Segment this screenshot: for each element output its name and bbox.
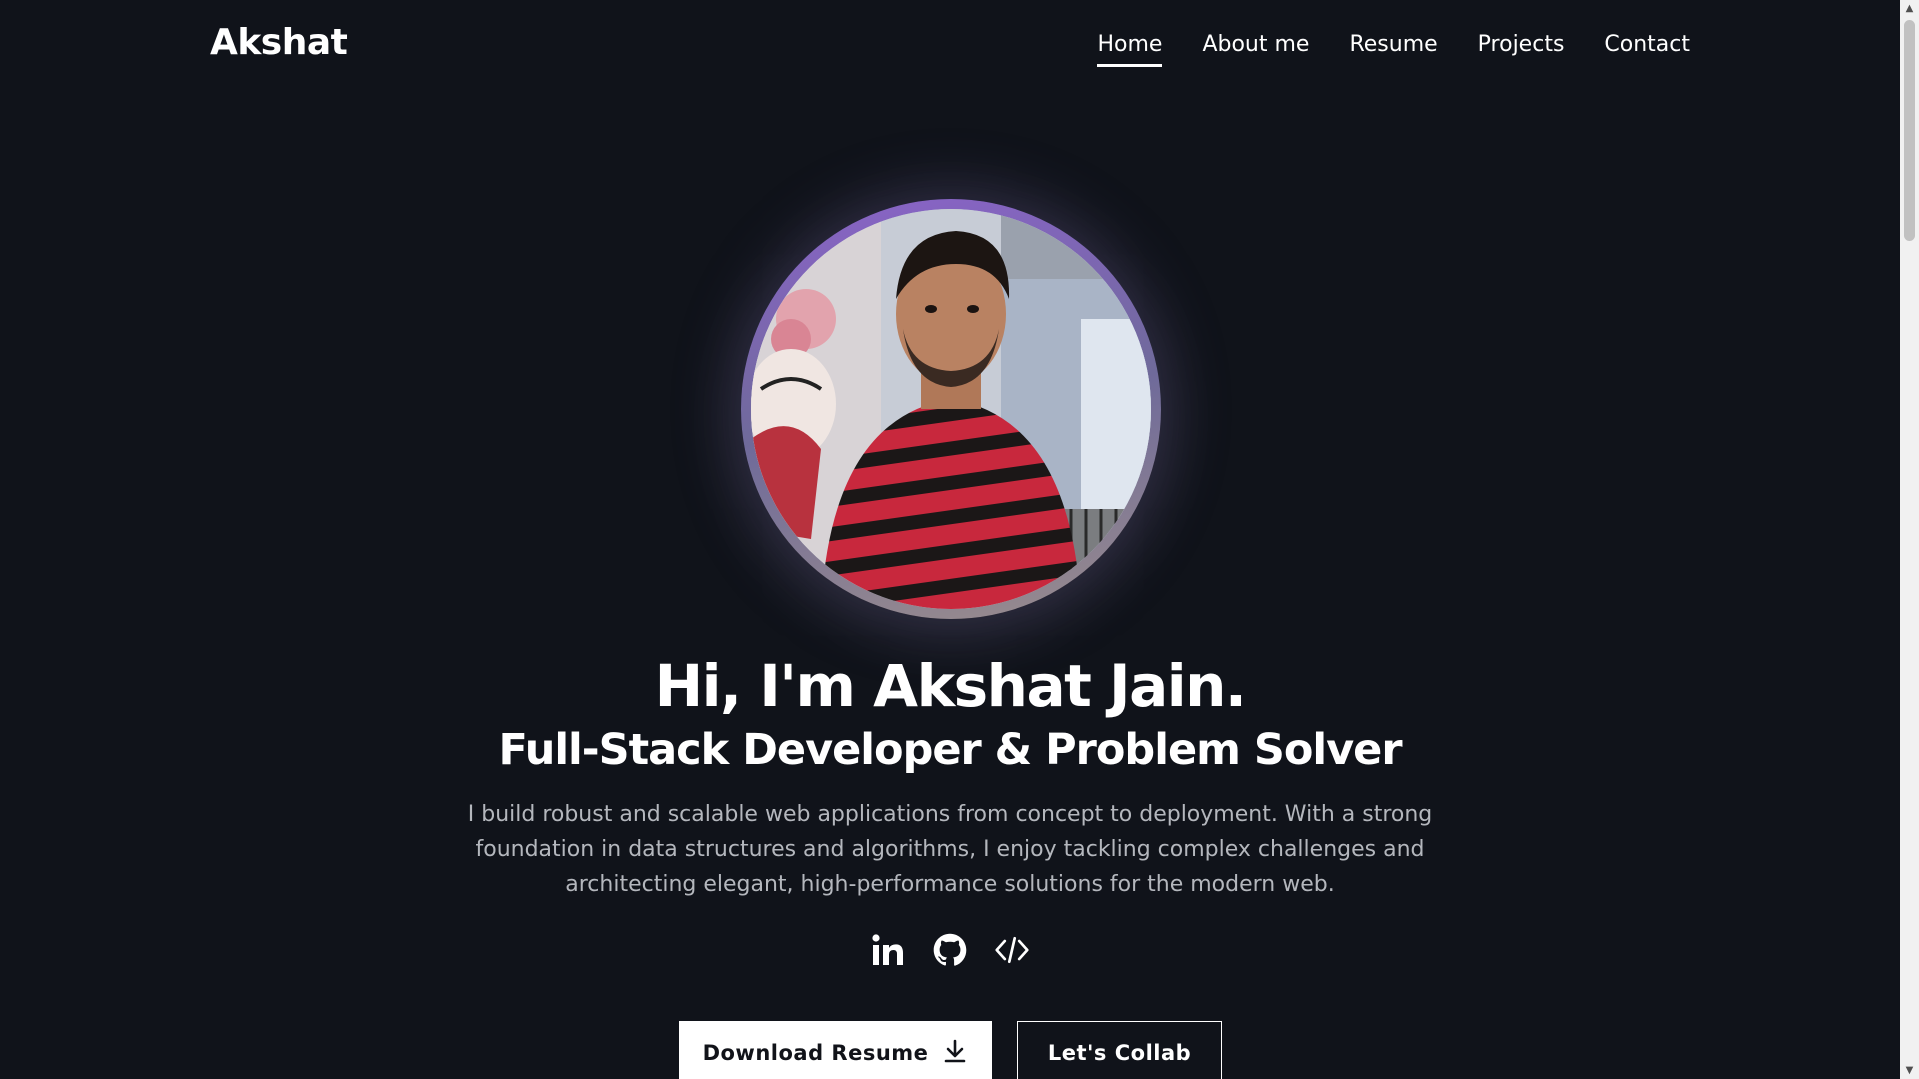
linkedin-icon[interactable] [870, 932, 906, 968]
lets-collab-label: Let's Collab [1047, 1041, 1192, 1065]
avatar [751, 209, 1151, 609]
scroll-up-arrow-icon[interactable]: ▲ [1900, 0, 1919, 17]
scrollbar-thumb[interactable] [1904, 20, 1915, 241]
download-resume-label: Download Resume [702, 1041, 929, 1065]
main-nav: Home About me Resume Projects Contact [1097, 32, 1690, 67]
lets-collab-button[interactable]: Let's Collab [1017, 1021, 1222, 1079]
hero-description: I build robust and scalable web applicat… [467, 802, 1433, 897]
nav-item-home[interactable]: Home [1097, 32, 1162, 67]
nav-item-resume[interactable]: Resume [1349, 32, 1437, 67]
nav-item-about[interactable]: About me [1202, 32, 1309, 67]
download-icon [942, 1038, 968, 1069]
vertical-scrollbar[interactable]: ▲ ▼ [1900, 0, 1919, 1079]
nav-item-projects[interactable]: Projects [1478, 32, 1565, 67]
download-resume-button[interactable]: Download Resume [679, 1021, 992, 1079]
site-logo[interactable]: Akshat [210, 22, 348, 63]
hero-subtitle: Full-Stack Developer & Problem Solver [498, 725, 1402, 775]
site-header: Akshat Home About me Resume Projects Con… [0, 0, 1900, 95]
profile-photo [751, 209, 1151, 609]
github-icon[interactable] [932, 932, 968, 968]
scroll-down-arrow-icon[interactable]: ▼ [1900, 1062, 1919, 1079]
portfolio-page: Akshat Home About me Resume Projects Con… [0, 0, 1919, 1079]
hero-title: Hi, I'm Akshat Jain. [654, 652, 1247, 720]
avatar-ring [741, 199, 1161, 619]
nav-item-contact[interactable]: Contact [1604, 32, 1690, 67]
social-links [0, 932, 1900, 968]
code-icon[interactable] [994, 932, 1030, 968]
